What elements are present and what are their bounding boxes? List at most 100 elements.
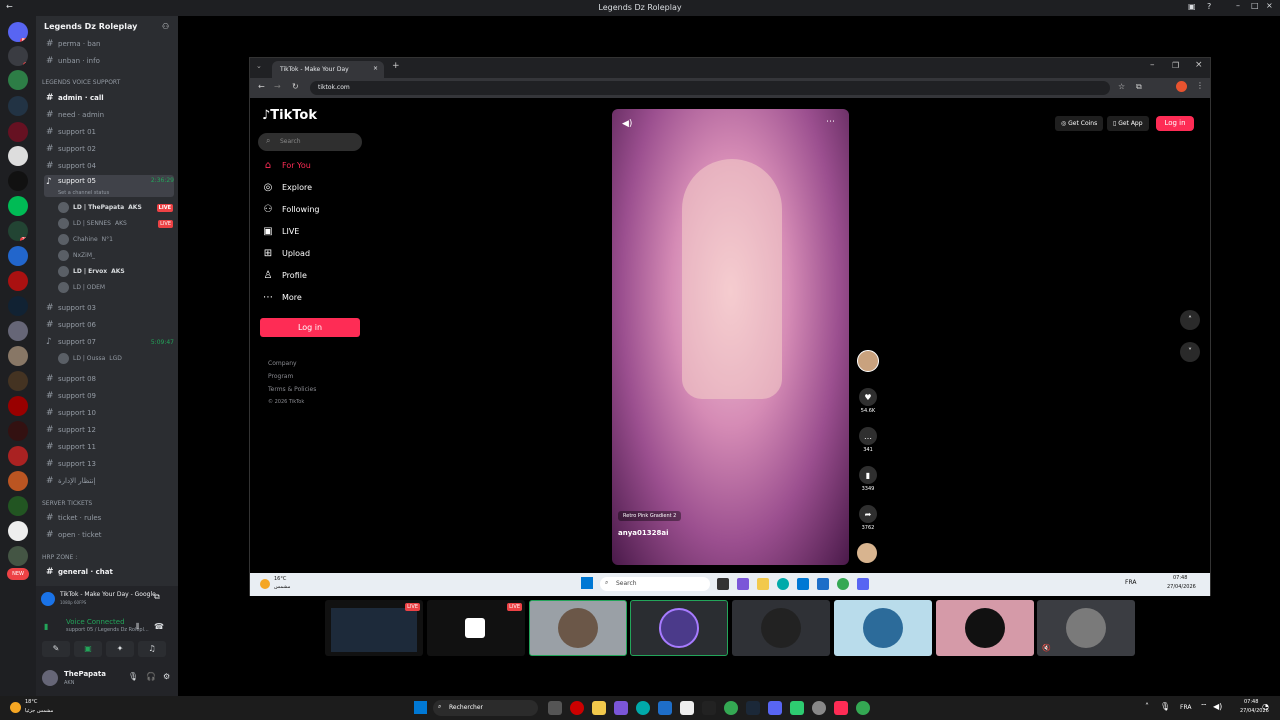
server-icon[interactable] bbox=[8, 321, 28, 341]
voice-channel[interactable]: # admin · call bbox=[44, 90, 174, 106]
mic-icon[interactable]: 🎙 bbox=[1160, 702, 1170, 711]
windows-start-icon[interactable] bbox=[581, 577, 593, 589]
voice-user[interactable]: LD | ThePapata AKS LIVE bbox=[58, 200, 173, 215]
nav-upload[interactable]: ⊞ Upload bbox=[262, 248, 310, 259]
wifi-icon[interactable]: ⌔ bbox=[1200, 702, 1208, 712]
get-coins-button[interactable]: ◎ Get Coins bbox=[1055, 116, 1104, 131]
server-icon[interactable] bbox=[8, 521, 28, 541]
weather-temp[interactable]: 18°C bbox=[25, 699, 37, 705]
notepad-icon[interactable] bbox=[680, 701, 694, 715]
mail-icon[interactable] bbox=[658, 701, 672, 715]
bookmark-star-icon[interactable]: ☆ bbox=[1118, 82, 1125, 91]
server-icon[interactable] bbox=[8, 246, 28, 266]
close-icon[interactable]: × bbox=[1195, 60, 1203, 70]
text-channel[interactable]: # ticket · rules bbox=[44, 510, 174, 526]
like-action[interactable]: ♥ 54.6K bbox=[856, 388, 880, 414]
nav-explore[interactable]: ◎ Explore bbox=[262, 182, 312, 193]
taskview-icon[interactable] bbox=[717, 578, 729, 590]
server-icon[interactable] bbox=[8, 471, 28, 491]
user-name[interactable]: ThePapata bbox=[64, 670, 106, 678]
user-tile[interactable] bbox=[732, 600, 830, 656]
user-tile[interactable]: 🔇 bbox=[1037, 600, 1135, 656]
server-icon[interactable] bbox=[8, 296, 28, 316]
notification-bell-icon[interactable]: ◔ bbox=[1262, 702, 1269, 711]
opera-icon[interactable] bbox=[570, 701, 584, 715]
chevron-up-icon[interactable]: ˄ bbox=[1180, 310, 1200, 330]
discord-icon[interactable] bbox=[857, 578, 869, 590]
server-icon[interactable] bbox=[8, 396, 28, 416]
help-icon[interactable]: ? bbox=[1207, 2, 1211, 11]
volume-icon[interactable]: ◀) bbox=[622, 119, 632, 129]
lang-indicator[interactable]: FRA bbox=[1180, 704, 1191, 711]
stream-tile[interactable]: LIVE bbox=[325, 600, 423, 656]
server-icon[interactable] bbox=[8, 496, 28, 516]
server-icon[interactable] bbox=[8, 146, 28, 166]
search-box[interactable]: ⌕ Rechercher bbox=[433, 700, 538, 716]
nav-following[interactable]: ⚇ Following bbox=[262, 204, 320, 215]
clock-time[interactable]: 07:48 bbox=[1173, 575, 1187, 581]
discord-home-icon[interactable]: 84 bbox=[8, 22, 28, 42]
voice-channel[interactable]: # support 02 bbox=[44, 141, 174, 157]
close-tab-icon[interactable]: × bbox=[373, 65, 378, 72]
edge-icon[interactable] bbox=[777, 578, 789, 590]
clock-time[interactable]: 07:48 bbox=[1244, 699, 1258, 705]
reload-icon[interactable]: ↻ bbox=[292, 82, 299, 91]
voice-channel[interactable]: # support 13 bbox=[44, 456, 174, 472]
channel-item[interactable]: # unban · info bbox=[44, 53, 174, 69]
settings-gear-icon[interactable]: ⚙ bbox=[163, 672, 170, 681]
save-action[interactable]: ▮ 3349 bbox=[856, 466, 880, 492]
new-badge[interactable]: NEW bbox=[7, 568, 29, 580]
store-icon[interactable] bbox=[797, 578, 809, 590]
camera-button[interactable]: ✎ bbox=[42, 641, 70, 657]
voice-channel[interactable]: # support 03 bbox=[44, 300, 174, 316]
server-icon[interactable] bbox=[8, 546, 28, 566]
server-icon[interactable] bbox=[8, 196, 28, 216]
folder-icon[interactable] bbox=[757, 578, 769, 590]
nav-live[interactable]: ▣ LIVE bbox=[262, 226, 299, 237]
search-input[interactable]: ⌕ Search bbox=[258, 133, 362, 151]
comment-action[interactable]: … 341 bbox=[856, 427, 880, 453]
menu-kebab-icon[interactable]: ⋮ bbox=[1196, 81, 1204, 90]
inbox-icon[interactable]: ▣ bbox=[1188, 2, 1196, 11]
search-box[interactable]: ⌕ Search bbox=[600, 577, 710, 591]
nav-for-you[interactable]: ⌂ For You bbox=[262, 160, 311, 171]
tiktok-logo[interactable]: ♪TikTok bbox=[262, 108, 317, 123]
login-button-sidebar[interactable]: Log in bbox=[260, 318, 360, 337]
voice-channel[interactable]: # support 10 bbox=[44, 405, 174, 421]
server-icon[interactable] bbox=[8, 421, 28, 441]
voice-channel[interactable]: # need · admin bbox=[44, 107, 174, 123]
category-header[interactable]: LEGENDS VOICE SUPPORT bbox=[42, 79, 120, 86]
restore-icon[interactable]: ❐ bbox=[1172, 61, 1179, 70]
voice-channel[interactable]: # support 12 bbox=[44, 422, 174, 438]
voice-connected-sub[interactable]: support 05 / Legends Dz Rolepl... bbox=[66, 627, 156, 633]
close-button[interactable]: × bbox=[1266, 1, 1273, 10]
voice-channel[interactable]: # إنتظار الإدارة bbox=[44, 473, 174, 489]
mail-icon[interactable] bbox=[817, 578, 829, 590]
text-channel[interactable]: # general · chat bbox=[44, 564, 174, 580]
maximize-button[interactable]: □ bbox=[1251, 1, 1259, 10]
login-button-top[interactable]: Log in bbox=[1156, 116, 1194, 131]
voice-channel[interactable]: # support 06 bbox=[44, 317, 174, 333]
server-icon[interactable] bbox=[8, 346, 28, 366]
server-icon[interactable] bbox=[8, 70, 28, 90]
user-tile[interactable] bbox=[834, 600, 932, 656]
new-tab-icon[interactable]: + bbox=[392, 61, 400, 71]
activity-title[interactable]: TikTok - Make Your Day - Google ... bbox=[60, 591, 160, 598]
stream-tile[interactable]: LIVE bbox=[427, 600, 525, 656]
voice-user[interactable]: LD | Ervox AKS bbox=[58, 264, 173, 279]
voice-user[interactable]: Chahine N°1 bbox=[58, 232, 173, 247]
user-tile[interactable] bbox=[936, 600, 1034, 656]
chevron-down-icon[interactable]: ˅ bbox=[1180, 342, 1200, 362]
channel-item[interactable]: # perma · ban bbox=[44, 36, 174, 52]
browser-tab[interactable]: TikTok - Make Your Day × bbox=[272, 61, 384, 78]
server-icon[interactable] bbox=[8, 96, 28, 116]
nav-more[interactable]: ⋯ More bbox=[262, 292, 302, 303]
app-icon[interactable] bbox=[614, 701, 628, 715]
channel-status[interactable]: Set a channel status bbox=[58, 190, 109, 196]
chevron-up-icon[interactable]: ˄ bbox=[1145, 702, 1149, 711]
voice-connected-label[interactable]: Voice Connected bbox=[66, 618, 125, 626]
voice-user[interactable]: NxZiM_ bbox=[58, 248, 173, 263]
more-dots-icon[interactable]: ⋯ bbox=[826, 117, 835, 127]
chrome-icon[interactable] bbox=[856, 701, 870, 715]
app-icon[interactable] bbox=[737, 578, 749, 590]
